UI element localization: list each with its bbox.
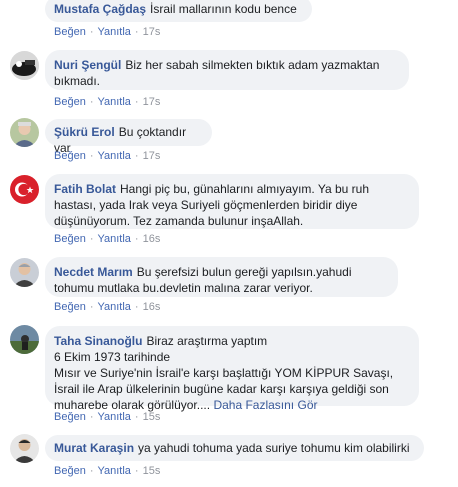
separator-dot: · — [89, 411, 94, 423]
comment-bubble: Fatih Bolat Hangi piç bu, günahlarını alm… — [45, 174, 419, 229]
see-more-link[interactable]: Daha Fazlasını Gör — [213, 398, 317, 412]
reply-link[interactable]: Yanıtla — [97, 465, 130, 477]
like-link[interactable]: Beğen — [54, 465, 86, 477]
separator-dot: · — [134, 26, 139, 38]
avatar-image — [10, 51, 39, 80]
reply-link[interactable]: Yanıtla — [97, 150, 130, 162]
comment-actions: Beğen · Yanıtla · 16s — [54, 300, 160, 314]
separator-dot: · — [89, 96, 94, 108]
comment-actions: Beğen · Yanıtla · 17s — [54, 95, 160, 109]
avatar-image — [10, 258, 39, 287]
avatar-image — [10, 434, 39, 463]
reply-link[interactable]: Yanıtla — [97, 26, 130, 38]
reply-link[interactable]: Yanıtla — [97, 301, 130, 313]
comment-bubble: Şükrü Erol Bu çoktandır var — [45, 119, 212, 155]
commenter-name-link[interactable]: Necdet Marım — [54, 265, 133, 279]
reply-link[interactable]: Yanıtla — [97, 233, 130, 245]
comment-actions: Beğen · Yanıtla · 15s — [54, 410, 160, 424]
separator-dot: · — [89, 233, 94, 245]
reply-link[interactable]: Yanıtla — [97, 96, 130, 108]
comment-timestamp[interactable]: 17s — [143, 96, 161, 108]
comment-timestamp[interactable]: 15s — [143, 465, 161, 477]
comment-timestamp[interactable]: 15s — [143, 411, 161, 423]
avatar[interactable] — [10, 325, 39, 354]
like-link[interactable]: Beğen — [54, 411, 86, 423]
separator-dot: · — [89, 465, 94, 477]
like-link[interactable]: Beğen — [54, 150, 86, 162]
comment-text: İsrail mallarının kodu bence — [150, 2, 297, 16]
commenter-name-link[interactable]: Şükrü Erol — [54, 125, 115, 139]
separator-dot: · — [89, 301, 94, 313]
avatar[interactable] — [10, 258, 39, 287]
commenter-name-link[interactable]: Murat Karaşin — [54, 441, 134, 455]
commenter-name-link[interactable]: Taha Sinanoğlu — [54, 334, 142, 348]
commenter-name-link[interactable]: Mustafa Çağdaş — [54, 2, 146, 16]
comment-timestamp[interactable]: 17s — [143, 150, 161, 162]
separator-dot: · — [134, 411, 139, 423]
like-link[interactable]: Beğen — [54, 26, 86, 38]
avatar[interactable] — [10, 51, 39, 80]
separator-dot: · — [134, 233, 139, 245]
comment-actions: Beğen · Yanıtla · 17s — [54, 25, 160, 39]
like-link[interactable]: Beğen — [54, 233, 86, 245]
avatar[interactable] — [10, 434, 39, 463]
comment-text: ya yahudi tohuma yada suriye tohumu kim … — [138, 441, 410, 455]
avatar-image — [10, 118, 39, 147]
comment-bubble: Necdet Marım Bu şerefsizi bulun gereği ya… — [45, 257, 398, 297]
separator-dot: · — [89, 26, 94, 38]
comment-timestamp[interactable]: 16s — [143, 301, 161, 313]
separator-dot: · — [89, 150, 94, 162]
comment-actions: Beğen · Yanıtla · 17s — [54, 149, 160, 163]
separator-dot: · — [134, 301, 139, 313]
comment-actions: Beğen · Yanıtla · 16s — [54, 232, 160, 246]
comment-bubble: Taha Sinanoğlu Biraz araştırma yaptım 6 E… — [45, 326, 419, 412]
comment-timestamp[interactable]: 17s — [143, 26, 161, 38]
like-link[interactable]: Beğen — [54, 96, 86, 108]
like-link[interactable]: Beğen — [54, 301, 86, 313]
comment-actions: Beğen · Yanıtla · 15s — [54, 464, 160, 478]
comment-bubble: Murat Karaşin ya yahudi tohuma yada suriy… — [45, 435, 424, 461]
avatar[interactable] — [10, 118, 39, 147]
commenter-name-link[interactable]: Fatih Bolat — [54, 182, 116, 196]
avatar[interactable] — [10, 175, 39, 204]
reply-link[interactable]: Yanıtla — [97, 411, 130, 423]
turkish-flag-avatar-icon — [10, 175, 39, 204]
comment-bubble: Mustafa Çağdaş İsrail mallarının kodu ben… — [45, 0, 312, 22]
separator-dot: · — [134, 150, 139, 162]
comment-timestamp[interactable]: 16s — [143, 233, 161, 245]
avatar-image — [10, 325, 39, 354]
separator-dot: · — [134, 465, 139, 477]
separator-dot: · — [134, 96, 139, 108]
comment-bubble: Nuri Şengül Biz her sabah silmekten bıktı… — [45, 50, 409, 90]
commenter-name-link[interactable]: Nuri Şengül — [54, 58, 121, 72]
